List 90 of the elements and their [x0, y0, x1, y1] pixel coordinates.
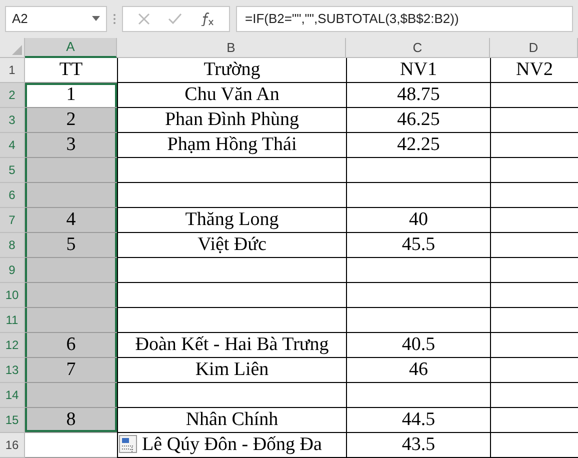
table-cell[interactable]: 6	[25, 333, 117, 358]
dropdown-arrow-icon	[92, 16, 100, 21]
table-cell[interactable]: 40	[346, 208, 490, 233]
row-header[interactable]: 11	[0, 308, 25, 333]
paste-options-icon[interactable]	[119, 435, 137, 453]
row-header[interactable]: 12	[0, 333, 25, 358]
table-cell[interactable]: 7	[25, 358, 117, 383]
table-cell[interactable]: 43.5	[346, 433, 490, 458]
table-cell[interactable]	[117, 183, 346, 208]
table-cell[interactable]: Nhân Chính	[117, 408, 346, 433]
table-cell[interactable]	[346, 308, 490, 333]
check-icon[interactable]	[168, 12, 182, 24]
column-header[interactable]: C	[346, 38, 490, 58]
row-header[interactable]: 6	[0, 183, 25, 208]
drag-handle-icon	[113, 12, 116, 24]
table-cell[interactable]	[25, 283, 117, 308]
table-cell[interactable]	[490, 183, 578, 208]
table-cell[interactable]	[346, 158, 490, 183]
table-cell[interactable]: Đoàn Kết - Hai Bà Trưng	[117, 333, 346, 358]
function-icon[interactable]	[200, 12, 214, 26]
table-cell[interactable]	[117, 308, 346, 333]
table-cell[interactable]: 48.75	[346, 83, 490, 108]
table-cell[interactable]	[490, 133, 578, 158]
row-header[interactable]: 15	[0, 408, 25, 433]
table-cell[interactable]	[346, 183, 490, 208]
table-cell[interactable]	[490, 308, 578, 333]
table-cell[interactable]	[490, 433, 578, 458]
table-cell[interactable]: 44.5	[346, 408, 490, 433]
row-header[interactable]: 8	[0, 233, 25, 258]
table-cell[interactable]	[490, 108, 578, 133]
table-cell[interactable]: 42.25	[346, 133, 490, 158]
table-cell[interactable]: Kim Liên	[117, 358, 346, 383]
row-header[interactable]: 5	[0, 158, 25, 183]
row-header[interactable]: 4	[0, 133, 25, 158]
row-header[interactable]: 9	[0, 258, 25, 283]
table-cell[interactable]	[490, 333, 578, 358]
table-cell[interactable]	[490, 408, 578, 433]
table-cell[interactable]: 40.5	[346, 333, 490, 358]
table-cell[interactable]	[346, 383, 490, 408]
table-cell[interactable]	[490, 233, 578, 258]
row-header[interactable]: 1	[0, 58, 25, 83]
table-cell[interactable]: 45.5	[346, 233, 490, 258]
row-header[interactable]: 13	[0, 358, 25, 383]
table-cell[interactable]: 5	[25, 233, 117, 258]
column-header[interactable]: B	[117, 38, 346, 58]
row-header[interactable]: 10	[0, 283, 25, 308]
table-cell[interactable]	[25, 258, 117, 283]
table-cell[interactable]	[25, 383, 117, 408]
table-cell[interactable]: Việt Đức	[117, 233, 346, 258]
row-header[interactable]: 2	[0, 83, 25, 108]
table-cell[interactable]	[117, 283, 346, 308]
name-box[interactable]: A2	[5, 6, 107, 32]
row-header[interactable]: 16	[0, 433, 25, 458]
table-cell[interactable]	[490, 83, 578, 108]
table-cell[interactable]: 3	[25, 133, 117, 158]
row-header[interactable]: 14	[0, 383, 25, 408]
column-header[interactable]: D	[490, 38, 578, 58]
table-cell[interactable]: 46.25	[346, 108, 490, 133]
formula-field[interactable]: =IF(B2="","",SUBTOTAL(3,$B$2:B2))	[236, 6, 573, 32]
table-cell[interactable]	[490, 283, 578, 308]
table-cell[interactable]	[490, 258, 578, 283]
table-cell[interactable]	[25, 158, 117, 183]
table-cell[interactable]	[490, 383, 578, 408]
row-header[interactable]: 3	[0, 108, 25, 133]
table-cell[interactable]: Phạm Hồng Thái	[117, 133, 346, 158]
table-cell[interactable]	[346, 258, 490, 283]
table-cell[interactable]: Trường	[117, 58, 346, 83]
table-cell[interactable]	[490, 208, 578, 233]
table-cell[interactable]: 2	[25, 108, 117, 133]
corner-triangle-icon	[12, 45, 22, 55]
column-header[interactable]: A	[25, 38, 117, 58]
table-cell[interactable]	[117, 383, 346, 408]
table-cell[interactable]	[25, 183, 117, 208]
table-cell[interactable]: NV1	[346, 58, 490, 83]
table-cell[interactable]: 8	[25, 408, 117, 433]
table-cell[interactable]	[25, 308, 117, 333]
table-cell[interactable]	[346, 283, 490, 308]
table-cell[interactable]: Thăng Long	[117, 208, 346, 233]
table-cell[interactable]: 46	[346, 358, 490, 383]
table-cell[interactable]	[490, 358, 578, 383]
table-cell[interactable]	[490, 158, 578, 183]
row-header[interactable]: 7	[0, 208, 25, 233]
table-cell[interactable]: Chu Văn An	[117, 83, 346, 108]
table-cell[interactable]: 4	[25, 208, 117, 233]
table-cell[interactable]: 1	[25, 83, 117, 108]
table-cell[interactable]: Phan Đình Phùng	[117, 108, 346, 133]
table-cell[interactable]	[117, 158, 346, 183]
table-cell[interactable]: NV2	[490, 58, 578, 83]
table-cell[interactable]	[117, 258, 346, 283]
table-cell[interactable]: Lê Qúy Đôn - Đống Đa	[117, 433, 346, 458]
